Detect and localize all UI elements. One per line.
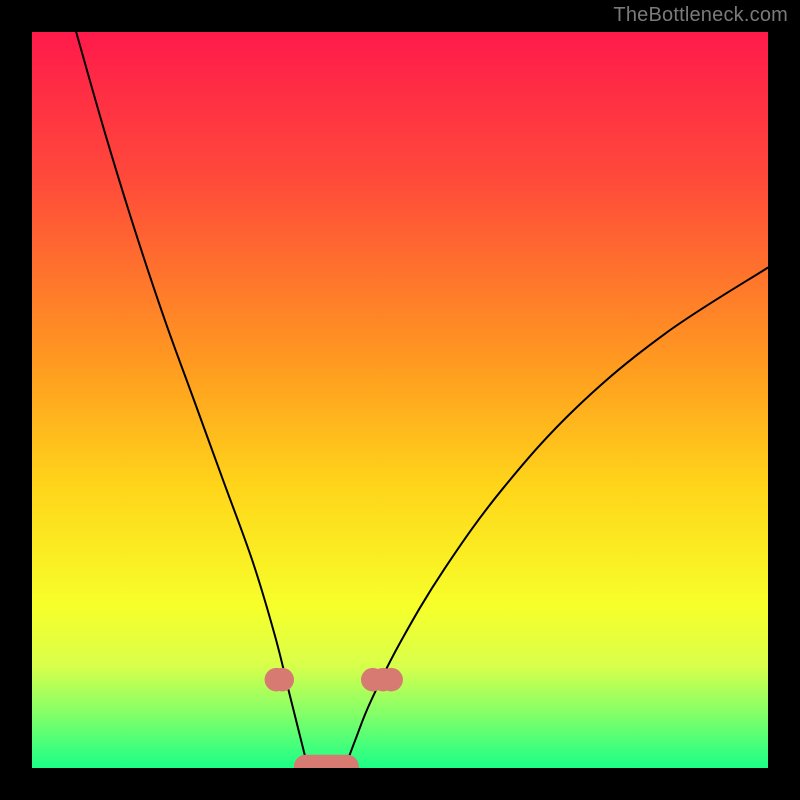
gradient-background <box>32 32 768 768</box>
band-marker-4 <box>379 668 403 692</box>
chart-frame: TheBottleneck.com <box>0 0 800 800</box>
watermark-text: TheBottleneck.com <box>613 4 788 27</box>
bottleneck-curve-chart <box>32 32 768 768</box>
band-marker-1 <box>270 668 294 692</box>
plot-area <box>32 32 768 768</box>
